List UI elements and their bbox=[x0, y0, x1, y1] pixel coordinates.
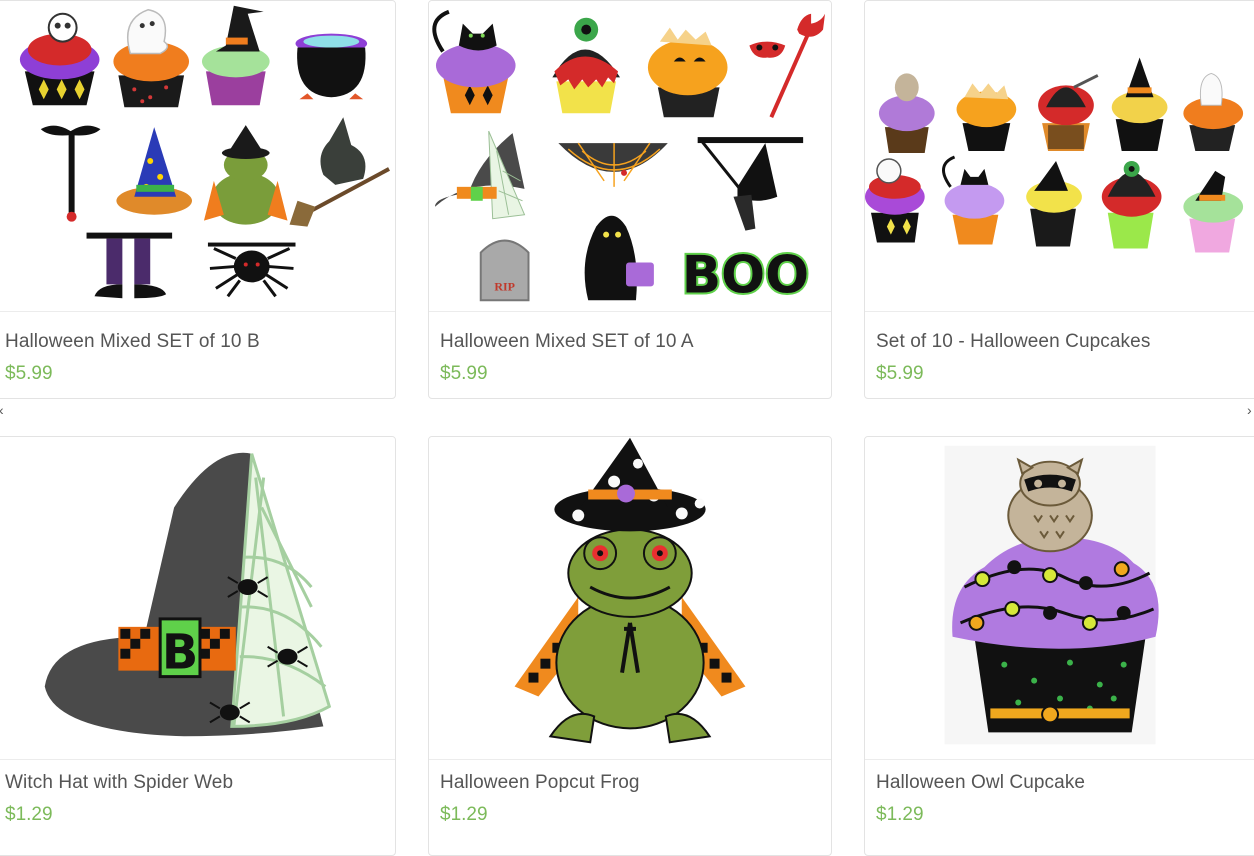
hat-letter-text: B bbox=[162, 626, 198, 681]
product-title[interactable]: Halloween Mixed SET of 10 A bbox=[440, 331, 825, 353]
product-title[interactable]: Halloween Owl Cupcake bbox=[876, 772, 1253, 794]
product-card-owl-cupcake[interactable]: Halloween Owl Cupcake $1.29 bbox=[864, 436, 1254, 856]
witch-hat-spider-web-image[interactable]: B bbox=[0, 437, 395, 760]
product-card-witch-hat[interactable]: B Witch Hat with Spider Web $1.29 bbox=[0, 436, 396, 856]
chevron-right-icon[interactable]: › bbox=[1247, 403, 1252, 417]
product-price: $5.99 bbox=[440, 363, 488, 384]
product-card-cupcakes-set[interactable]: Set of 10 - Halloween Cupcakes $5.99 bbox=[864, 0, 1254, 399]
chevron-left-icon[interactable]: ‹ bbox=[0, 403, 4, 417]
product-title[interactable]: Halloween Mixed SET of 10 B bbox=[5, 331, 389, 353]
rip-text: RIP bbox=[494, 279, 515, 293]
popcut-frog-illustration bbox=[514, 437, 746, 744]
product-title[interactable]: Halloween Popcut Frog bbox=[440, 772, 825, 794]
halloween-mixed-set-b-image[interactable] bbox=[0, 1, 395, 312]
halloween-mixed-set-b-illustration bbox=[19, 5, 390, 299]
owl-cupcake-illustration bbox=[944, 445, 1159, 745]
product-title[interactable]: Set of 10 - Halloween Cupcakes bbox=[876, 331, 1253, 353]
boo-text: BOO bbox=[682, 245, 809, 305]
witch-hat-spider-web-illustration: B bbox=[44, 452, 332, 737]
product-title[interactable]: Witch Hat with Spider Web bbox=[5, 772, 389, 794]
product-price: $1.29 bbox=[876, 804, 924, 825]
product-card-popcut-frog[interactable]: Halloween Popcut Frog $1.29 bbox=[428, 436, 832, 856]
halloween-cupcakes-set-image[interactable] bbox=[865, 1, 1254, 312]
halloween-mixed-set-a-illustration: RIP BOO bbox=[432, 9, 826, 307]
product-price: $1.29 bbox=[440, 804, 488, 825]
halloween-mixed-set-a-image[interactable]: RIP BOO bbox=[429, 1, 831, 312]
owl-cupcake-image[interactable] bbox=[865, 437, 1254, 760]
popcut-frog-image[interactable] bbox=[429, 437, 831, 760]
product-price: $5.99 bbox=[5, 363, 53, 384]
halloween-cupcakes-set-illustration bbox=[865, 57, 1244, 253]
product-price: $5.99 bbox=[876, 363, 924, 384]
product-card-mixed-set-b[interactable]: Halloween Mixed SET of 10 B $5.99 bbox=[0, 0, 396, 399]
product-card-mixed-set-a[interactable]: RIP BOO Halloween Mixed SET of 10 A $5.9… bbox=[428, 0, 832, 399]
product-price: $1.29 bbox=[5, 804, 53, 825]
